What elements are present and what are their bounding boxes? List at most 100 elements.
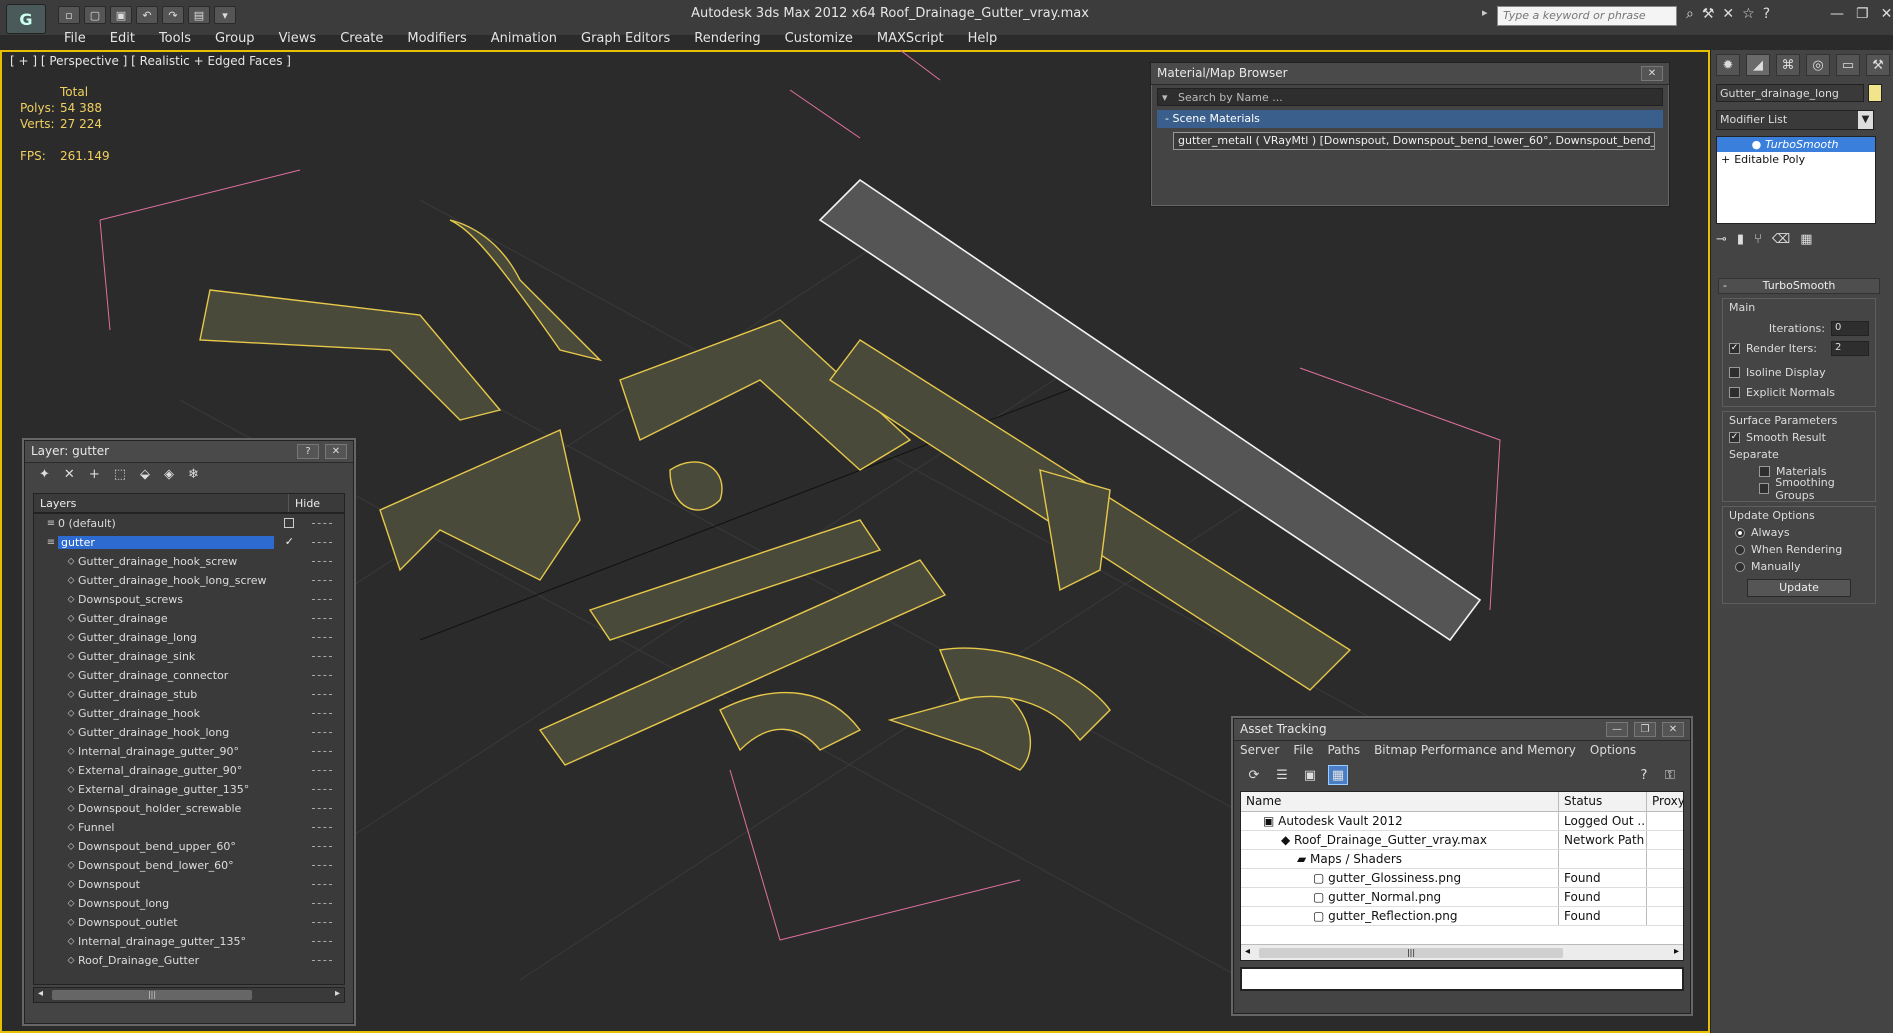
layer-name[interactable]: Downspout_outlet	[78, 916, 344, 929]
layer-row[interactable]: ⬦ Downspout_outlet	[34, 913, 344, 932]
smoothing-groups-checkbox[interactable]	[1759, 483, 1770, 494]
menu-file[interactable]: File	[52, 30, 98, 48]
hide-toggle[interactable]	[312, 599, 332, 602]
hide-toggle[interactable]	[312, 827, 332, 830]
isoline-checkbox[interactable]	[1729, 366, 1740, 378]
layer-row[interactable]: ⬦ Gutter_drainage_stub	[34, 685, 344, 704]
hide-toggle[interactable]	[312, 580, 332, 583]
layer-name[interactable]: Gutter_drainage	[78, 612, 344, 625]
menu-tools[interactable]: Tools	[147, 30, 203, 48]
highlight-layer-icon[interactable]: ⬙	[140, 467, 150, 485]
layer-row[interactable]: ⬦ External_drainage_gutter_135°	[34, 780, 344, 799]
layer-name[interactable]: Roof_Drainage_Gutter	[78, 954, 344, 967]
asset-row[interactable]: ▰ Maps / Shaders	[1241, 850, 1683, 869]
layer-name[interactable]: External_drainage_gutter_90°	[78, 764, 344, 777]
open-file-icon[interactable]: ▢	[84, 6, 106, 24]
layers-column-header[interactable]: Layers	[34, 494, 289, 512]
hide-toggle[interactable]	[312, 941, 332, 944]
layer-name[interactable]: Downspout_bend_upper_60°	[78, 840, 344, 853]
hide-toggle[interactable]	[312, 808, 332, 811]
status-column-header[interactable]: Status	[1559, 792, 1647, 811]
menu-rendering[interactable]: Rendering	[682, 30, 772, 48]
redo-icon[interactable]: ↷	[162, 6, 184, 24]
layer-row[interactable]: ⬦ Downspout_bend_upper_60°	[34, 837, 344, 856]
hierarchy-tab-icon[interactable]: ⌘	[1776, 54, 1800, 76]
search-dropdown-icon[interactable]: ▾	[1162, 91, 1168, 104]
add-to-layer-icon[interactable]: +	[89, 467, 100, 485]
asset-menu-file[interactable]: File	[1293, 743, 1313, 759]
layer-row[interactable]: ⬦ Downspout	[34, 875, 344, 894]
menu-animation[interactable]: Animation	[479, 30, 569, 48]
layer-name[interactable]: Gutter_drainage_sink	[78, 650, 344, 663]
layer-row[interactable]: ⬦ Gutter_drainage	[34, 609, 344, 628]
make-unique-icon[interactable]: ⑂	[1754, 232, 1762, 247]
hide-toggle[interactable]	[312, 865, 332, 868]
new-layer-icon[interactable]: ✦	[39, 467, 50, 485]
current-layer-box[interactable]	[284, 518, 294, 528]
hide-toggle[interactable]	[312, 732, 332, 735]
layer-row[interactable]: ⬦ Gutter_drainage_long	[34, 628, 344, 647]
layer-row[interactable]: ⬦ Gutter_drainage_hook_screw	[34, 552, 344, 571]
hide-toggle[interactable]	[312, 922, 332, 925]
layer-row[interactable]: ⬦ Gutter_drainage_hook	[34, 704, 344, 723]
layer-name[interactable]: Downspout_holder_screwable	[78, 802, 344, 815]
layer-name[interactable]: 0 (default)	[58, 517, 344, 530]
render-iters-spinner[interactable]: 2	[1831, 340, 1869, 356]
hide-toggle[interactable]	[312, 694, 332, 697]
hide-toggle[interactable]	[312, 846, 332, 849]
layer-row[interactable]: ⬦ Gutter_drainage_connector	[34, 666, 344, 685]
layer-name[interactable]: Internal_drainage_gutter_90°	[78, 745, 344, 758]
scene-materials-group[interactable]: - Scene Materials	[1157, 110, 1663, 128]
layer-row[interactable]: ⬦ Downspout_bend_lower_60°	[34, 856, 344, 875]
app-logo-icon[interactable]: G	[6, 4, 46, 34]
scroll-left-icon[interactable]: ◂	[1245, 946, 1250, 957]
material-item[interactable]: gutter_metall ( VRayMtl ) [Downspout, Do…	[1173, 132, 1655, 150]
layer-row[interactable]: ⬦ Downspout_holder_screwable	[34, 799, 344, 818]
hide-toggle[interactable]	[312, 561, 332, 564]
asset-menu-bitmap[interactable]: Bitmap Performance and Memory	[1374, 743, 1576, 759]
when-rendering-radio[interactable]	[1735, 544, 1745, 555]
layer-name[interactable]: Downspout_screws	[78, 593, 344, 606]
layer-name[interactable]: Downspout_bend_lower_60°	[78, 859, 344, 872]
layer-name[interactable]: Gutter_drainage_connector	[78, 669, 344, 682]
asset-path-field[interactable]	[1240, 967, 1684, 991]
manually-radio[interactable]	[1735, 561, 1745, 572]
modifier-list-dropdown[interactable]: Modifier List	[1716, 110, 1874, 130]
layer-row[interactable]: ⬦ Roof_Drainage_Gutter	[34, 951, 344, 970]
layer-row[interactable]: ⬦ Downspout_long	[34, 894, 344, 913]
freeze-all-icon[interactable]: ❄	[188, 467, 199, 485]
remove-modifier-icon[interactable]: ⌫	[1772, 232, 1790, 247]
collapse-icon[interactable]: -	[1723, 279, 1727, 293]
scroll-right-icon[interactable]: ▸	[1674, 946, 1679, 957]
update-button[interactable]: Update	[1747, 579, 1851, 597]
layer-name[interactable]: Gutter_drainage_long	[78, 631, 344, 644]
undo-icon[interactable]: ↶	[136, 6, 158, 24]
create-tab-icon[interactable]: ✹	[1716, 54, 1740, 76]
layer-row[interactable]: ≡ 0 (default)	[34, 514, 344, 533]
layer-name[interactable]: Gutter_drainage_hook	[78, 707, 344, 720]
menu-modifiers[interactable]: Modifiers	[395, 30, 478, 48]
asset-menu-options[interactable]: Options	[1590, 743, 1636, 759]
rollout-header[interactable]: - TurboSmooth	[1718, 278, 1880, 294]
layer-name[interactable]: Gutter_drainage_stub	[78, 688, 344, 701]
layer-row[interactable]: ⬦ Internal_drainage_gutter_90°	[34, 742, 344, 761]
asset-menu-server[interactable]: Server	[1240, 743, 1279, 759]
material-browser-titlebar[interactable]: Material/Map Browser ✕	[1151, 63, 1669, 85]
close-icon[interactable]: ✕	[1881, 6, 1893, 22]
layer-name[interactable]: Funnel	[78, 821, 344, 834]
display-tab-icon[interactable]: ▭	[1836, 54, 1860, 76]
hide-toggle[interactable]	[312, 637, 332, 640]
save-file-icon[interactable]: ▣	[110, 6, 132, 24]
delete-layer-icon[interactable]: ✕	[64, 467, 75, 485]
layer-name[interactable]: External_drainage_gutter_135°	[78, 783, 344, 796]
hide-toggle[interactable]	[312, 884, 332, 887]
vault-icon[interactable]: ⚿	[1660, 765, 1680, 785]
hide-toggle[interactable]	[312, 960, 332, 963]
project-icon[interactable]: ▤	[188, 6, 210, 24]
layer-name[interactable]: Gutter_drainage_hook_screw	[78, 555, 344, 568]
object-name-field[interactable]: Gutter_drainage_long	[1716, 84, 1864, 102]
asset-horizontal-scrollbar[interactable]: ◂ ||| ▸	[1241, 944, 1683, 960]
hide-toggle[interactable]	[312, 675, 332, 678]
material-search-input[interactable]: ▾ Search by Name ...	[1157, 88, 1663, 106]
proxy-column-header[interactable]: Proxy	[1647, 792, 1683, 811]
